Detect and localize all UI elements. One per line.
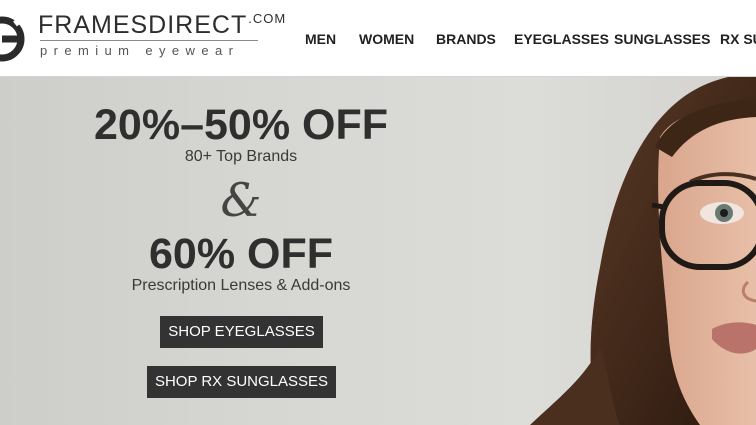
nav-item-women[interactable]: WOMEN bbox=[359, 30, 414, 48]
site-header: FRAMESDIRECT.COM premium eyewear MEN WOM… bbox=[0, 0, 756, 77]
shop-rx-sunglasses-button[interactable]: SHOP RX SUNGLASSES bbox=[147, 366, 336, 398]
subline-lenses: Prescription Lenses & Add-ons bbox=[131, 277, 351, 294]
nav-item-rx-sunglasses[interactable]: RX SU bbox=[720, 30, 756, 48]
nav-item-sunglasses[interactable]: SUNGLASSES bbox=[614, 30, 710, 48]
promo-panel: 20%–50% OFF 80+ Top Brands & 60% OFF Pre… bbox=[0, 77, 482, 425]
headline-discount: 20%–50% OFF bbox=[94, 101, 388, 149]
nav-item-eyeglasses[interactable]: EYEGLASSES bbox=[514, 30, 609, 48]
logo-icon bbox=[0, 16, 25, 62]
logo-tld: .COM bbox=[248, 11, 287, 26]
logo-name-text: FRAMESDIRECT bbox=[38, 11, 248, 39]
subline-brands: 80+ Top Brands bbox=[184, 148, 298, 165]
ampersand-glyph: & bbox=[220, 173, 262, 227]
hero-banner[interactable]: 20%–50% OFF 80+ Top Brands & 60% OFF Pre… bbox=[0, 77, 756, 425]
logo-tagline: premium eyewear bbox=[40, 43, 240, 58]
headline-lens-discount: 60% OFF bbox=[149, 230, 333, 278]
nav-item-men[interactable]: MEN bbox=[305, 30, 336, 48]
nav-item-brands[interactable]: BRANDS bbox=[436, 30, 496, 48]
shop-eyeglasses-button[interactable]: SHOP EYEGLASSES bbox=[160, 316, 323, 348]
logo-wordmark: FRAMESDIRECT.COM bbox=[38, 11, 285, 43]
logo-divider bbox=[40, 40, 258, 41]
